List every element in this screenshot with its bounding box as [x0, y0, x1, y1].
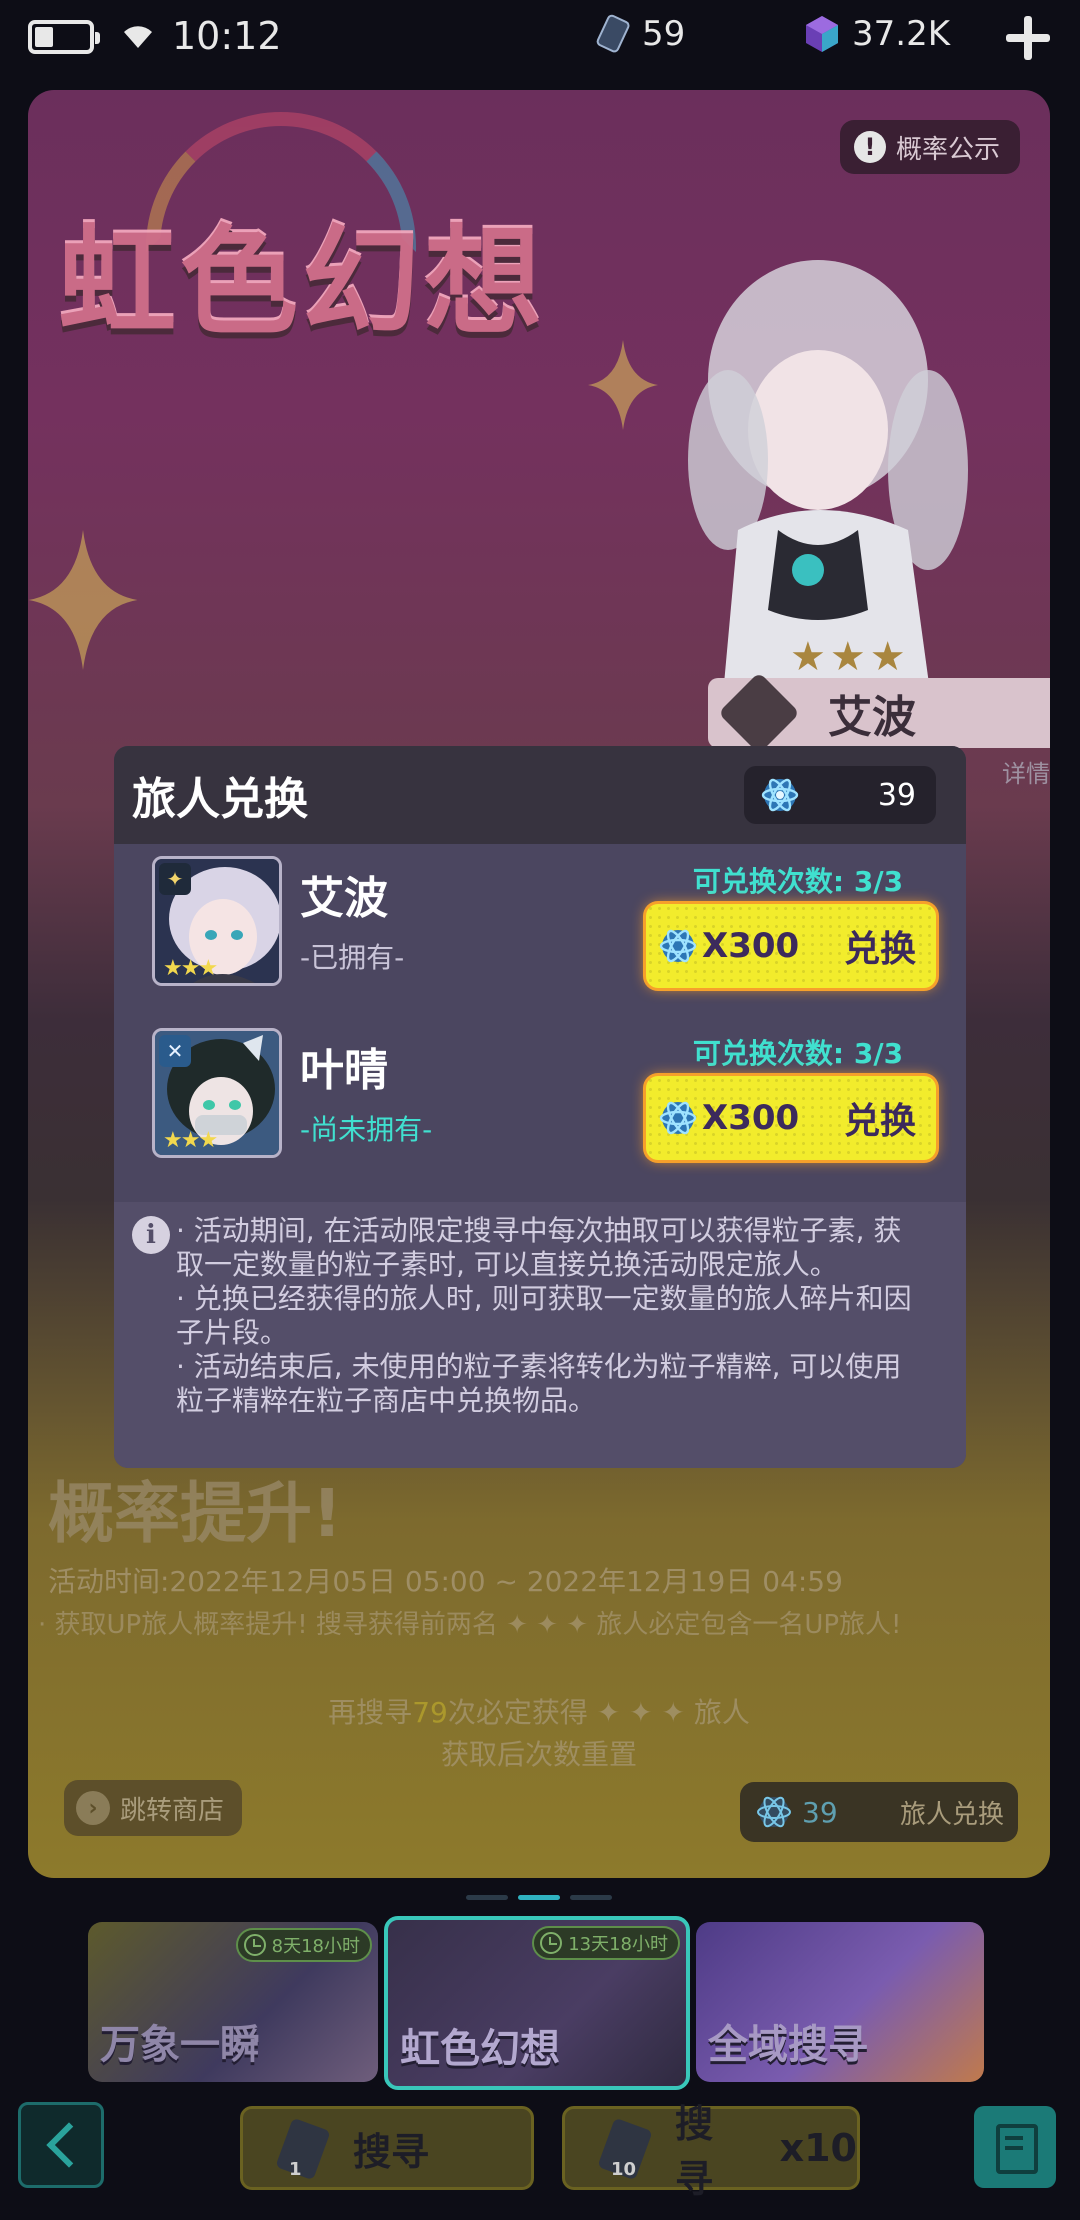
dialog-title: 旅人兑换 [132, 774, 308, 825]
banner-tab-quanyu[interactable]: 全域搜寻 [696, 1922, 984, 2082]
exchange-notice: i · 活动期间, 在活动限定搜寻中每次抽取可以获得粒子素, 获取一定数量的粒子… [114, 1202, 966, 1468]
ticket-counter: 59 [596, 14, 685, 54]
cube-gem-icon [806, 16, 838, 52]
exchange-item: ✕ ★★★ 叶晴 -尚未拥有- 可兑换次数: 3/3 X300 兑换 [114, 1028, 966, 1198]
redeem-cost: X300 [702, 1098, 800, 1138]
character-name: 叶晴 [300, 1045, 388, 1096]
pager-dot [570, 1895, 612, 1900]
traveler-exchange-button[interactable]: 39 旅人兑换 [740, 1782, 1018, 1842]
exclamation-icon: ! [853, 131, 886, 163]
banner-tab-name: 虹色幻想 [400, 2026, 560, 2072]
traveler-exchange-dialog: 旅人兑换 39 ✦ ★★★ 艾波 -已拥有- 可兑换次数: 3/3 X300 兑… [114, 746, 966, 1468]
class-icon: ✦ [159, 863, 191, 895]
banner-tab-name: 全域搜寻 [708, 2022, 868, 2068]
rarity-stars: ★★★ [790, 634, 910, 680]
rate-disclosure-label: 概率公示 [895, 134, 1000, 165]
rarity-stars: ★★★ [163, 956, 218, 981]
dialog-header: 旅人兑换 39 [114, 746, 966, 844]
pager-dot-active [518, 1895, 560, 1900]
detail-link[interactable]: 详情 [1002, 754, 1050, 789]
clock-icon [540, 1932, 563, 1954]
banner-pager [466, 1895, 612, 1900]
banner-tab-hongse[interactable]: 13天18小时 虹色幻想 [384, 1916, 690, 2090]
pager-dot [466, 1895, 508, 1900]
exchange-times: 可兑换次数: 3/3 [692, 865, 904, 898]
gem-counter: 37.2K [802, 14, 950, 54]
exchange-label: 旅人兑换 [899, 1799, 1004, 1830]
ticket-icon [596, 14, 630, 53]
timer-text: 13天18小时 [568, 1934, 668, 1955]
character-avatar: ✦ ★★★ [152, 856, 282, 986]
search-ten-multiplier: x10 [779, 2126, 857, 2170]
character-name: 艾波 [300, 873, 388, 924]
search-once-label: 搜寻 [353, 2129, 430, 2174]
pity-counter: 再搜寻79次必定获得 ✦ ✦ ✦ 旅人 获取后次数重置 [28, 1692, 1050, 1776]
ticket-icon [275, 2117, 331, 2181]
pity-count: 79 [412, 1696, 448, 1729]
redeem-cost: X300 [702, 926, 800, 966]
battery-icon [28, 20, 100, 54]
ticket-count: 59 [642, 14, 686, 54]
goto-shop-label: 跳转商店 [120, 1795, 225, 1826]
ownership-status: -尚未拥有- [300, 1113, 433, 1146]
timer-text: 8天18小时 [271, 1936, 360, 1957]
exchange-points: 39 [802, 1795, 838, 1829]
notice-line: · 活动结束后, 未使用的粒子素将转化为粒子精粹, 可以使用粒子精粹在粒子商店中… [176, 1350, 902, 1417]
banner-tab-wanxiang[interactable]: 8天18小时 万象一瞬 [88, 1922, 378, 2082]
rate-up-title: 概率提升! [48, 1475, 343, 1552]
pity-reset-note: 获取后次数重置 [440, 1738, 637, 1771]
sparkle-icon [588, 340, 658, 430]
redeem-button[interactable]: X300 兑换 [646, 904, 936, 988]
redeem-label: 兑换 [843, 1101, 916, 1142]
rarity-stars: ★★★ [163, 1128, 218, 1153]
status-time: 10:12 [172, 14, 282, 58]
clock-icon [243, 1934, 266, 1956]
redeem-button[interactable]: X300 兑换 [646, 1076, 936, 1160]
event-period: 活动时间:2022年12月05日 05:00 ~ 2022年12月19日 04:… [48, 1565, 843, 1598]
pity-prefix: 再搜寻 [328, 1696, 413, 1729]
gem-count: 37.2K [852, 14, 950, 54]
search-ten-button[interactable]: 10 搜寻 x10 [562, 2102, 860, 2201]
notice-line: · 活动期间, 在活动限定搜寻中每次抽取可以获得粒子素, 获取一定数量的粒子素时… [176, 1214, 902, 1281]
banner-timer: 13天18小时 [532, 1926, 680, 1960]
sparkle-icon [28, 530, 138, 670]
featured-name: 艾波 [828, 692, 916, 743]
particle-icon [659, 929, 697, 963]
wifi-icon [124, 26, 152, 48]
arrow-right-icon: › [76, 1791, 110, 1825]
notice-line: · 兑换已经获得的旅人时, 则可获取一定数量的旅人碎片和因子片段。 [176, 1282, 912, 1349]
redeem-label: 兑换 [843, 929, 916, 970]
exchange-item: ✦ ★★★ 艾波 -已拥有- 可兑换次数: 3/3 X300 兑换 [114, 856, 966, 1026]
pity-suffix: 次必定获得 ✦ ✦ ✦ 旅人 [447, 1696, 750, 1729]
particle-icon [761, 778, 799, 812]
search-once-button[interactable]: 1 搜寻 [240, 2106, 534, 2190]
back-button[interactable] [18, 2102, 104, 2188]
particle-balance: 39 [744, 766, 936, 824]
ticket-cost: 10 [611, 2159, 637, 2180]
rate-disclosure-button[interactable]: ! 概率公示 [839, 120, 1020, 174]
particle-icon [659, 1101, 697, 1135]
particle-icon [757, 1796, 791, 1828]
goto-shop-button[interactable]: › 跳转商店 [64, 1780, 243, 1836]
banner-timer: 8天18小时 [235, 1928, 372, 1962]
add-currency-button[interactable] [1004, 14, 1052, 62]
character-avatar: ✕ ★★★ [152, 1028, 282, 1158]
ticket-cost: 1 [289, 2159, 302, 2180]
banner-tab-name: 万象一瞬 [100, 2022, 260, 2068]
class-emblem-icon [717, 671, 801, 755]
particle-count: 39 [877, 777, 916, 813]
search-ten-label: 搜寻 [675, 2102, 714, 2201]
featured-name-tag: ★★★ 艾波 [708, 634, 1050, 755]
exchange-times: 可兑换次数: 3/3 [692, 1037, 904, 1070]
event-logo: 虹色幻想 [58, 213, 547, 351]
status-bar: 10:12 59 37.2K [0, 0, 1080, 78]
info-icon: i [132, 1216, 170, 1254]
class-icon: ✕ [159, 1035, 191, 1067]
history-record-button[interactable] [974, 2106, 1056, 2188]
ownership-status: -已拥有- [300, 941, 405, 974]
rate-up-rule: · 获取UP旅人概率提升! 搜寻获得前两名 ✦ ✦ ✦ 旅人必定包含一名UP旅人… [38, 1610, 902, 1640]
